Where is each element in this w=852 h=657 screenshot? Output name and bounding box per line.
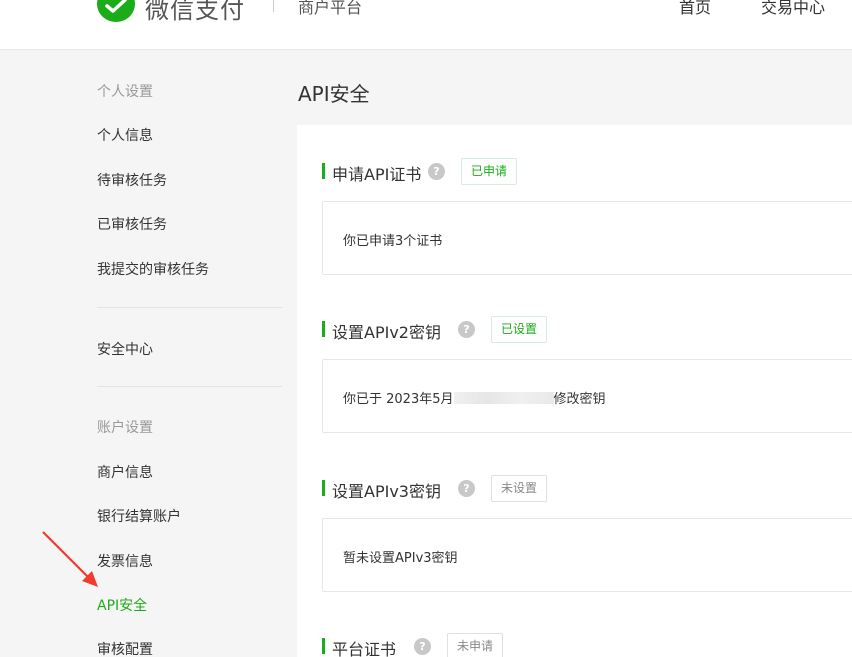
sidebar-item-review-config[interactable]: 审核配置 [97,639,153,657]
apiv3-key-info-text: 暂未设置APIv3密钥 [343,551,458,566]
section-title-apiv2-key: 设置APIv2密钥 [322,319,441,343]
top-header: 微信支付 商户平台 首页 交易中心 [0,0,852,50]
help-icon[interactable]: ? [414,638,431,655]
sidebar-item-api-security[interactable]: API安全 [97,595,147,615]
sidebar-item-security-center[interactable]: 安全中心 [97,339,153,359]
api-cert-info-box: 你已申请3个证书 [322,201,852,275]
apiv2-key-date-prefix: 你已于 2023年5月 [343,392,454,407]
help-icon[interactable]: ? [458,480,475,497]
header-subtitle: 商户平台 [298,0,363,17]
page-title: API安全 [298,82,370,106]
redacted-date [453,392,554,404]
apiv2-key-info-box: 你已于 2023年5月 修改密钥 [322,359,852,433]
status-badge-apiv2-key: 已设置 [491,316,548,343]
sidebar-item-bank-account[interactable]: 银行结算账户 [97,506,181,526]
apiv2-key-info-text: 你已于 2023年5月 修改密钥 [343,388,606,407]
sidebar-item-my-submitted-tasks[interactable]: 我提交的审核任务 [97,259,209,279]
sidebar-divider [97,386,282,387]
sidebar-item-reviewed-tasks[interactable]: 已审核任务 [97,214,167,234]
nav-trade-center[interactable]: 交易中心 [761,0,825,18]
nav-home[interactable]: 首页 [679,0,711,18]
header-divider [273,0,274,12]
sidebar-group-account: 账户设置 [97,420,153,436]
sidebar-item-merchant-info[interactable]: 商户信息 [97,462,153,482]
api-cert-info-text: 你已申请3个证书 [343,234,443,249]
sidebar-item-pending-tasks[interactable]: 待审核任务 [97,170,167,190]
status-badge-api-cert: 已申请 [461,158,518,185]
sidebar-item-personal-info[interactable]: 个人信息 [97,125,153,145]
sidebar-item-invoice-info[interactable]: 发票信息 [97,551,153,571]
sidebar-divider [97,307,282,308]
help-icon[interactable]: ? [428,163,445,180]
sidebar-group-personal: 个人设置 [97,84,153,100]
red-arrow-annotation-icon [42,531,98,587]
apiv3-key-info-box: 暂未设置APIv3密钥 [322,518,852,592]
help-icon[interactable]: ? [458,321,475,338]
section-title-api-cert: 申请API证书 [322,161,421,185]
section-title-apiv3-key: 设置APIv3密钥 [322,478,441,502]
logo-text: 微信支付 [145,0,245,24]
apiv2-key-date-suffix: 修改密钥 [553,392,606,407]
wechat-pay-logo-icon[interactable] [97,0,135,22]
status-badge-platform-cert: 未申请 [447,633,504,657]
section-title-platform-cert: 平台证书 [322,636,396,657]
status-badge-apiv3-key: 未设置 [491,475,548,502]
